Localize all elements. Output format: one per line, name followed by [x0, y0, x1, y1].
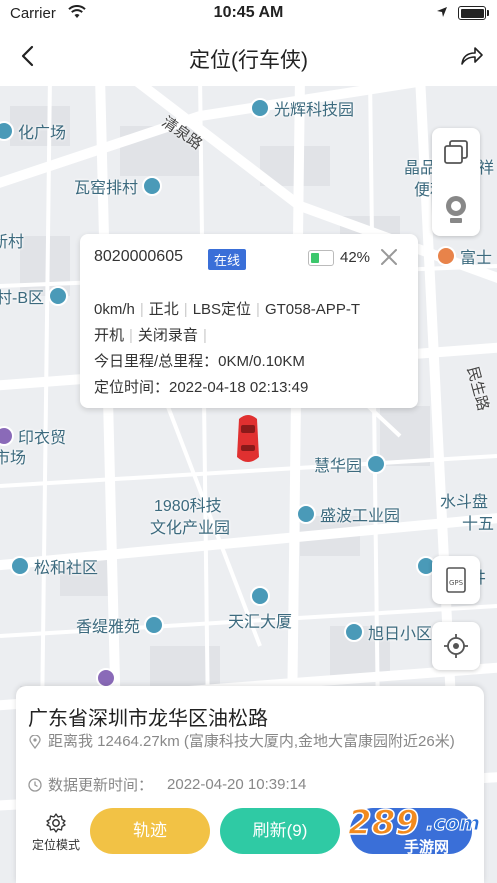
recording-state: 关闭录音 — [137, 327, 198, 344]
power-state: 开机 — [94, 327, 125, 344]
location-mode-label: 定位模式 — [31, 838, 80, 852]
poi-pin-icon — [0, 426, 14, 446]
poi-pin-icon — [142, 176, 163, 196]
poi-fushi: 富士 — [436, 244, 492, 268]
poi-pin-icon — [96, 668, 116, 688]
poi-pin-icon — [144, 615, 165, 635]
poi-shop-pin — [96, 668, 116, 688]
poi-xiang: 祥 — [478, 160, 495, 177]
watermark-sub: 手游网 — [404, 838, 449, 856]
distance-text: 距离我 12464.27km (富康科技大厦内,金地大富康园附近26米) — [48, 733, 455, 750]
device-status-line: 0km/h | 正北 | LBS定位 | GT058-APP-T — [94, 301, 360, 318]
street-view-icon[interactable] — [442, 194, 470, 226]
layers-icon[interactable] — [442, 138, 470, 166]
map-tools-panel — [432, 128, 480, 236]
poi-pin-icon — [48, 286, 69, 306]
svg-text:GPS: GPS — [449, 579, 464, 587]
device-battery-icon — [308, 250, 334, 266]
page-title: 定位(行车侠) — [189, 49, 308, 72]
status-badge: 在线 — [208, 249, 247, 270]
gps-button[interactable]: GPS — [432, 556, 480, 604]
share-icon[interactable] — [457, 42, 485, 70]
device-id: 8020000605 — [94, 248, 183, 265]
device-model: GT058-APP-T — [264, 301, 360, 318]
poi-shuidoupan: 水斗盘 — [440, 494, 489, 511]
battery-icon — [458, 6, 489, 20]
poi-songhe-community: 松和社区 — [10, 554, 98, 578]
poi-shiwu: 十五 — [462, 516, 495, 533]
poi-pin-icon — [10, 556, 30, 576]
location-arrow-icon — [437, 7, 447, 17]
location-type: LBS定位 — [192, 301, 252, 318]
poi-pin-icon — [0, 121, 14, 141]
poi-shengbo-industrial: 盛波工业园 — [296, 502, 400, 526]
svg-text:.com: .com — [426, 811, 480, 835]
distance-row: 距离我 12464.27km (富康科技大厦内,金地大富康园附近26米) — [28, 732, 478, 752]
car-marker-icon[interactable] — [233, 413, 263, 465]
poi-xuri-community: 旭日小区 — [344, 620, 432, 644]
poi-wayao-village: 瓦窑排村 — [74, 174, 163, 198]
status-bar: Carrier 10:45 AM — [0, 0, 497, 28]
mileage: 今日里程/总里程：0KM/0.10KM — [94, 353, 305, 370]
locate-icon — [444, 634, 468, 658]
poi-plaza: 化广场 — [0, 119, 66, 143]
close-icon[interactable] — [378, 246, 400, 268]
location-time: 定位时间：2022-04-18 02:13:49 — [94, 379, 309, 396]
watermark-logo: 289 .com 手游网 — [347, 802, 480, 856]
update-label: 数据更新时间： — [48, 777, 154, 794]
refresh-button[interactable]: 刷新(9) — [220, 808, 340, 854]
poi-pin-icon — [250, 98, 270, 118]
location-mode-button[interactable]: 定位模式 — [26, 812, 86, 853]
direction: 正北 — [148, 301, 179, 318]
clock-icon — [28, 777, 42, 792]
device-info-popup: 8020000605 在线 42% 0km/h | 正北 | LBS定位 | GT058-A… — [80, 234, 418, 408]
locate-button[interactable] — [432, 622, 480, 670]
poi-huihua-garden: 慧华园 — [314, 452, 387, 476]
poi-village-b: 村-B区 — [0, 284, 69, 308]
clock: 10:45 AM — [213, 4, 284, 21]
nav-bar: 定位(行车侠) — [0, 28, 497, 86]
poi-pin-icon — [366, 454, 387, 474]
gps-icon: GPS — [446, 567, 466, 593]
update-time: 2022-04-20 10:39:14 — [167, 776, 307, 793]
battery-percent: 42% — [340, 249, 371, 266]
location-pin-icon — [29, 735, 41, 749]
poi-xiangti-garden: 香缇雅苑 — [76, 613, 165, 637]
poi-culture-park: 文化产业园 — [150, 520, 231, 537]
poi-pin-icon — [344, 622, 364, 642]
poi-tianhui-building: 天汇大厦 — [228, 586, 292, 632]
address: 广东省深圳市龙华区油松路 — [28, 708, 268, 730]
track-button[interactable]: 轨迹 — [90, 808, 210, 854]
poi-pin-icon — [250, 586, 270, 606]
poi-pin-icon — [436, 246, 456, 266]
update-row: 数据更新时间： 2022-04-20 10:39:14 — [28, 774, 306, 795]
device-power-line: 开机 | 关闭录音 | — [94, 327, 207, 344]
poi-market: 市场 — [0, 450, 27, 467]
poi-1980-tech: 1980科技 — [154, 498, 222, 515]
poi-pin-icon — [296, 504, 316, 524]
poi-xincun: 新村 — [0, 234, 25, 251]
speed: 0km/h — [94, 301, 135, 318]
gear-icon — [46, 813, 66, 833]
watermark-number: 289 — [348, 803, 419, 843]
poi-guanghui-park: 光辉科技园 — [250, 96, 354, 120]
